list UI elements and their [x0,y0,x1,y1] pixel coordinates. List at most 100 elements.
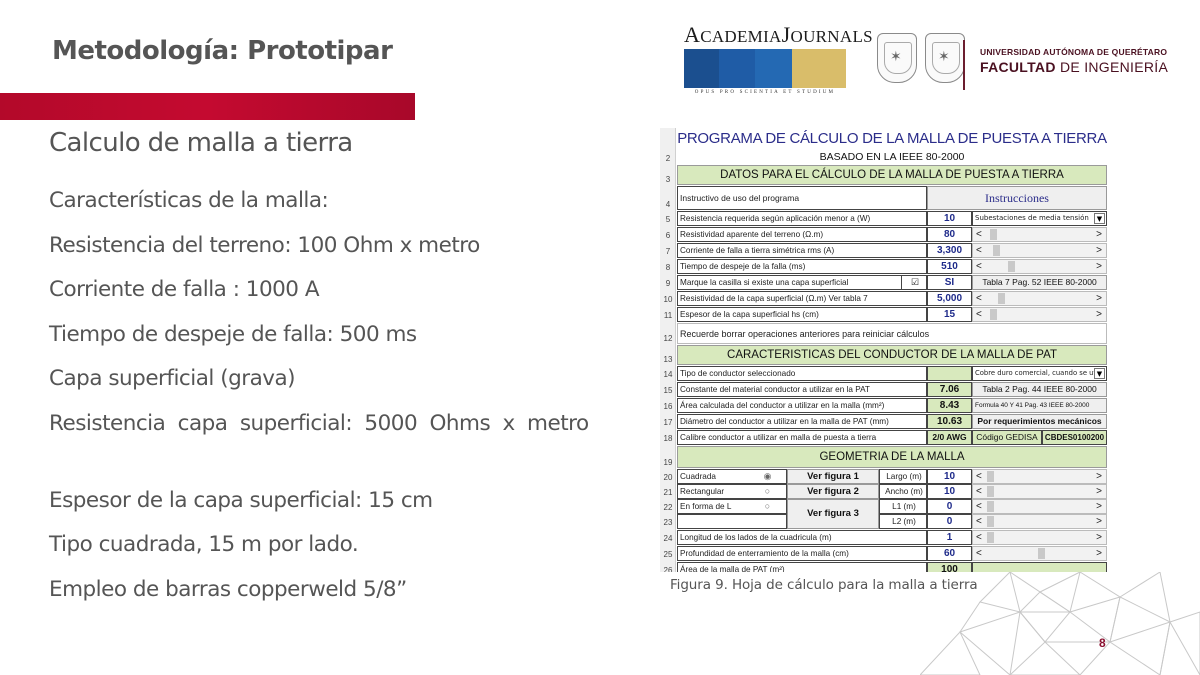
shape-radio[interactable]: ○ [747,484,787,499]
row-number: 14 [663,370,673,379]
scroll-left-arrow-icon[interactable]: < [976,244,982,257]
dropdown-arrow-icon[interactable]: ▼ [1094,368,1105,379]
row-number: 20 [663,473,673,482]
scroll-thumb[interactable] [993,245,1001,256]
scrollbar[interactable]: < > [972,530,1107,545]
row-number: 22 [663,503,673,512]
shape-radio[interactable]: ○ [747,499,787,514]
scroll-thumb[interactable] [987,516,995,527]
scrollbar[interactable]: < > [972,291,1107,306]
row-number: 5 [665,215,671,224]
scroll-right-arrow-icon[interactable]: > [1096,244,1102,257]
dimension-value[interactable]: 10 [927,469,972,484]
scroll-thumb[interactable] [1008,261,1016,272]
scrollbar[interactable]: < > [972,307,1107,322]
bullet-item: Tipo cuadrada, 15 m por lado. [49,532,359,557]
conductor-label: Constante del material conductor a utili… [677,382,927,397]
row-number: 17 [663,418,673,427]
input-value[interactable]: 3,300 [927,243,972,258]
logo-divider [963,40,965,90]
input-value[interactable]: 5,000 [927,291,972,306]
scrollbar[interactable]: < > [972,499,1107,514]
bullet-item: Resistencia capa superficial: 5000 Ohms … [49,410,589,436]
input-value[interactable]: SI [927,275,972,290]
dimension-value[interactable]: 0 [927,514,972,529]
shape-label: Cuadrada [677,469,747,484]
conductor-value: 8.43 [927,398,972,413]
dimension-label: L1 (m) [879,499,927,514]
view-figure-button[interactable]: Ver figura 1 [787,469,879,484]
scroll-thumb[interactable] [990,229,998,240]
conductor-label: Diámetro del conductor a utilizar en la … [677,414,927,429]
scroll-right-arrow-icon[interactable]: > [1096,547,1102,560]
scroll-right-arrow-icon[interactable]: > [1096,531,1102,544]
scroll-left-arrow-icon[interactable]: < [976,515,982,528]
scrollbar[interactable]: < > [972,243,1107,258]
view-figure-button[interactable]: Ver figura 2 [787,484,879,499]
input-value[interactable]: 10 [927,211,972,226]
mesh-area-value: 100 [927,562,972,572]
bullet-item: Capa superficial (grava) [49,366,296,391]
view-figure-button[interactable]: Ver figura 3 [787,499,879,529]
row-number: 6 [665,231,671,240]
scrollbar[interactable]: < > [972,546,1107,561]
input-value[interactable]: 510 [927,259,972,274]
scroll-left-arrow-icon[interactable]: < [976,292,982,305]
scrollbar[interactable]: < > [972,484,1107,499]
scrollbar[interactable]: < > [972,259,1107,274]
shape-radio[interactable]: ◉ [747,469,787,484]
scrollbar[interactable]: < > [972,469,1107,484]
scrollbar[interactable]: < > [972,227,1107,242]
scroll-right-arrow-icon[interactable]: > [1096,308,1102,321]
logo-color-blocks [684,49,846,88]
geometry-label: Profundidad de enterramiento de la malla… [677,546,927,561]
scroll-right-arrow-icon[interactable]: > [1096,260,1102,273]
geometry-value[interactable]: 1 [927,530,972,545]
table-reference-note: Tabla 7 Pag. 52 IEEE 80-2000 [972,275,1107,290]
decorative-triangle-pattern [920,572,1200,675]
scroll-thumb[interactable] [1037,548,1045,559]
conductor-label: Área calculada del conductor a utilizar … [677,398,927,413]
scroll-left-arrow-icon[interactable]: < [976,228,982,241]
surface-layer-checkbox[interactable]: ☑ [902,275,927,290]
scroll-thumb[interactable] [990,309,998,320]
scroll-thumb[interactable] [987,532,995,543]
scroll-right-arrow-icon[interactable]: > [1096,485,1102,498]
scroll-left-arrow-icon[interactable]: < [976,260,982,273]
gedisa-code-value: CBDES0100200 [1042,430,1107,445]
input-value[interactable]: 15 [927,307,972,322]
scroll-right-arrow-icon[interactable]: > [1096,470,1102,483]
scroll-right-arrow-icon[interactable]: > [1096,515,1102,528]
input-value[interactable]: 80 [927,227,972,242]
scroll-right-arrow-icon[interactable]: > [1096,228,1102,241]
row-number: 23 [663,518,673,527]
row-number: 13 [663,355,673,364]
scroll-thumb[interactable] [997,293,1005,304]
scroll-right-arrow-icon[interactable]: > [1096,292,1102,305]
input-label: Espesor de la capa superficial hs (cm) [677,307,927,322]
dropdown-arrow-icon[interactable]: ▼ [1094,213,1105,224]
row-number: 19 [663,458,673,467]
row-number: 3 [665,175,671,184]
scroll-left-arrow-icon[interactable]: < [976,470,982,483]
scroll-thumb[interactable] [987,471,995,482]
scrollbar[interactable]: < > [972,514,1107,529]
conductor-type-dropdown[interactable]: Cobre duro comercial, cuando se uti ▼ [972,366,1107,381]
scroll-left-arrow-icon[interactable]: < [976,308,982,321]
geometry-label: Longitud de los lados de la cuadricula (… [677,530,927,545]
scroll-left-arrow-icon[interactable]: < [976,485,982,498]
scroll-left-arrow-icon[interactable]: < [976,531,982,544]
scroll-left-arrow-icon[interactable]: < [976,547,982,560]
instrucciones-button[interactable]: Instrucciones [927,186,1107,210]
row-number: 24 [663,534,673,543]
application-dropdown[interactable]: Subestaciones de media tensión ▼ [972,211,1107,226]
scroll-left-arrow-icon[interactable]: < [976,500,982,513]
slide-subtitle: Calculo de malla a tierra [49,128,353,158]
scroll-thumb[interactable] [987,501,995,512]
geometry-value[interactable]: 60 [927,546,972,561]
row-number: 10 [663,295,673,304]
scroll-right-arrow-icon[interactable]: > [1096,500,1102,513]
dimension-value[interactable]: 10 [927,484,972,499]
scroll-thumb[interactable] [987,486,995,497]
dimension-value[interactable]: 0 [927,499,972,514]
